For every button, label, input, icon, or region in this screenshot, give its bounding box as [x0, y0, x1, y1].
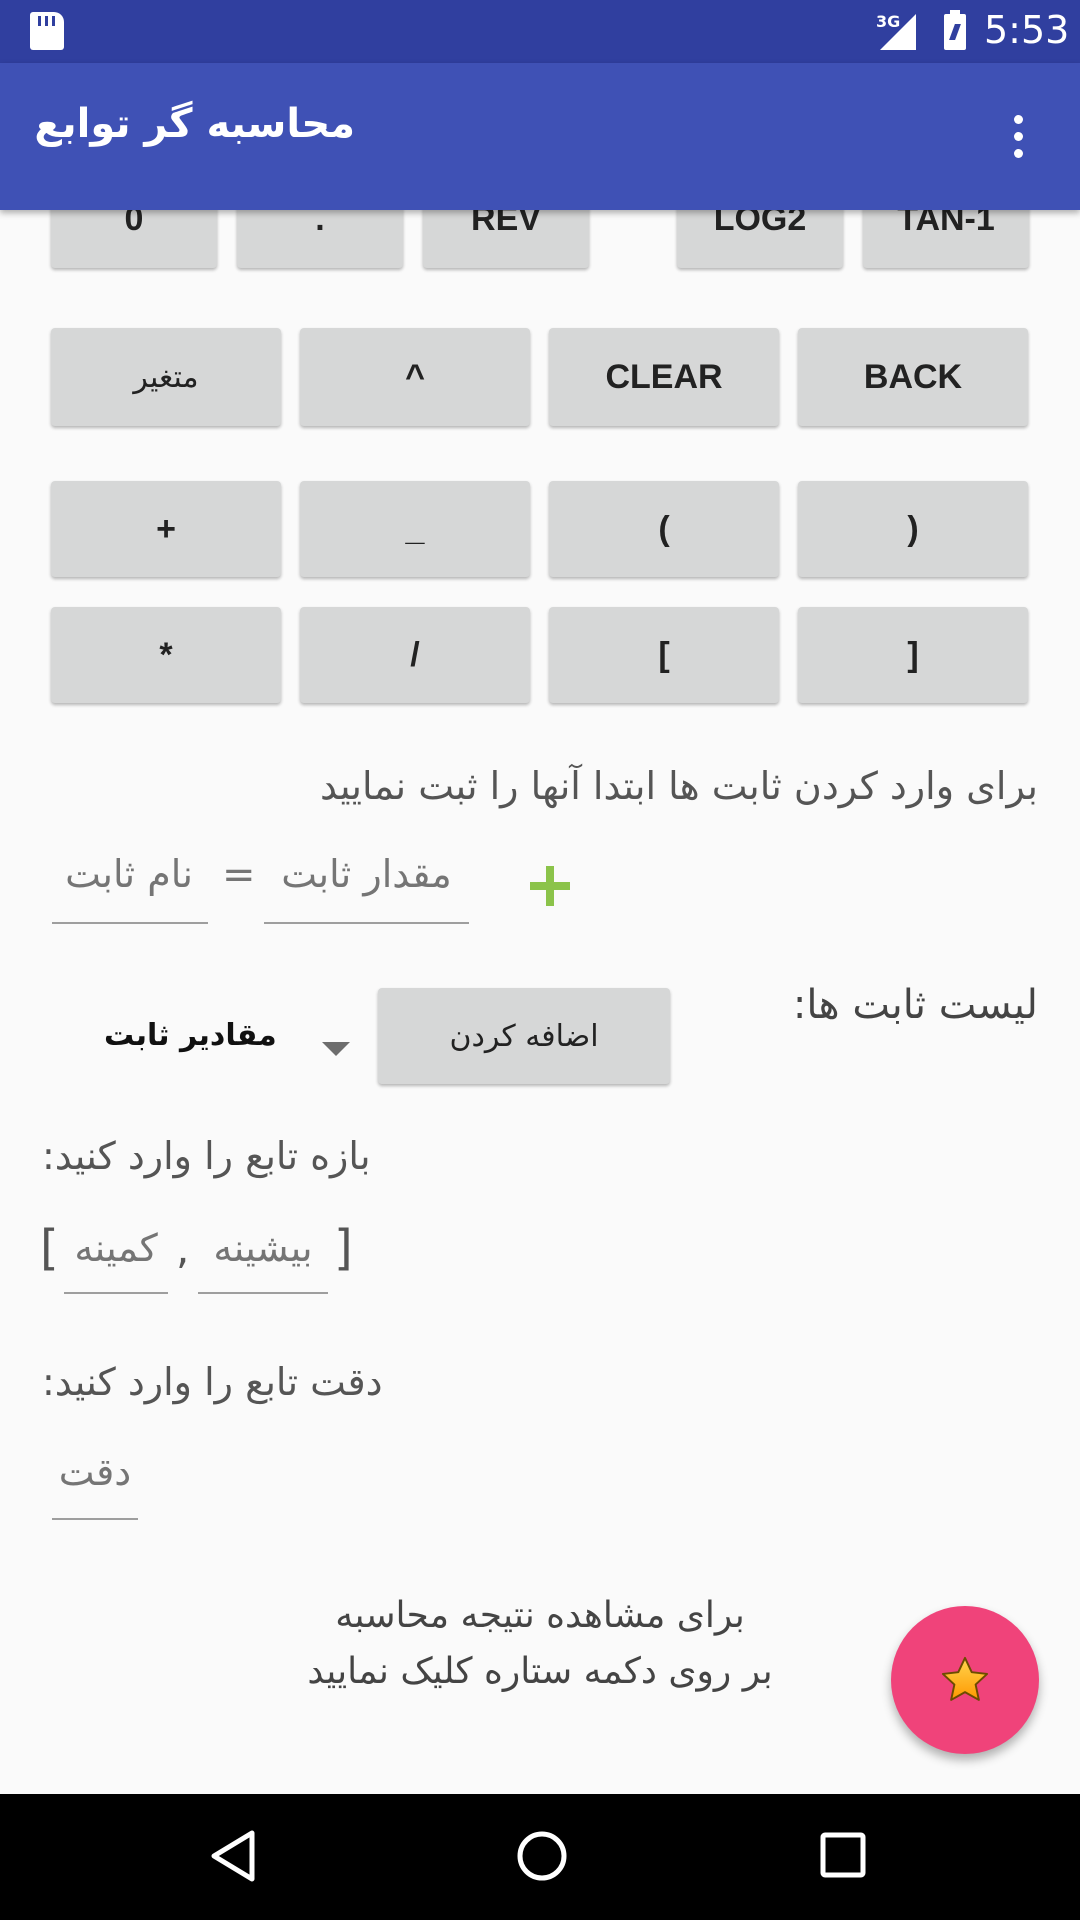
key-plus[interactable]: + [51, 481, 281, 577]
key-open-bracket[interactable]: [ [549, 607, 779, 703]
status-bar: 3G 5:53 [0, 0, 1080, 63]
constants-spinner[interactable]: مقادیر ثابت [104, 1018, 277, 1053]
key-close-paren[interactable]: ) [798, 481, 1028, 577]
precision-input[interactable]: دقت [52, 1450, 138, 1494]
precision-label: دقت تابع را وارد کنید: [42, 1360, 383, 1404]
key-minus[interactable]: _ [300, 481, 530, 577]
result-hint-line1: برای مشاهده نتیجه محاسبه [335, 1595, 745, 1636]
navigation-bar [0, 1794, 1080, 1920]
app-bar: محاسبه گر توابع [0, 63, 1080, 210]
key-multiply[interactable]: * [51, 607, 281, 703]
result-hint: برای مشاهده نتیجه محاسبه بر روی دکمه ستا… [240, 1588, 840, 1700]
status-time: 5:53 [984, 8, 1070, 52]
key-power[interactable]: ^ [300, 328, 530, 426]
result-hint-line2: بر روی دکمه ستاره کلیک نمایید [307, 1651, 773, 1692]
range-open-bracket: [ [40, 1220, 59, 1276]
add-constant-button[interactable]: اضافه کردن [378, 988, 670, 1084]
constants-instruction: برای وارد کردن ثابت ها ابتدا آنها را ثبت… [320, 764, 1038, 808]
home-nav-icon[interactable] [514, 1828, 570, 1884]
range-close-bracket: ] [334, 1220, 353, 1276]
key-back[interactable]: BACK [798, 328, 1028, 426]
key-close-bracket[interactable]: ] [798, 607, 1028, 703]
range-label: بازه تابع را وارد کنید: [42, 1134, 371, 1178]
star-icon [941, 1656, 989, 1701]
precision-underline [52, 1518, 138, 1520]
key-variable[interactable]: متغیر [51, 328, 281, 426]
battery-charging-icon [944, 10, 966, 50]
overflow-menu-icon[interactable] [1012, 115, 1024, 159]
sd-card-icon [30, 12, 64, 50]
equals-sign: = [222, 852, 256, 898]
signal-icon [880, 14, 916, 50]
range-comma: , [176, 1224, 190, 1273]
key-divide[interactable]: / [300, 607, 530, 703]
spinner-dropdown-icon[interactable] [322, 1042, 350, 1056]
constant-name-underline [52, 922, 208, 924]
constant-name-input[interactable]: نام ثابت [52, 852, 206, 896]
recents-nav-icon[interactable] [818, 1830, 868, 1880]
constant-value-input[interactable]: مقدار ثابت [264, 852, 469, 896]
constant-value-underline [264, 922, 469, 924]
constants-list-label: لیست ثابت ها: [792, 982, 1038, 1028]
key-open-paren[interactable]: ( [549, 481, 779, 577]
range-min-input[interactable]: کمینه [64, 1226, 168, 1270]
range-max-underline [198, 1292, 328, 1294]
add-constant-plus-icon[interactable] [530, 866, 570, 906]
key-clear[interactable]: CLEAR [549, 328, 779, 426]
range-min-underline [64, 1292, 168, 1294]
range-max-input[interactable]: بیشینه [198, 1226, 328, 1270]
back-nav-icon[interactable] [208, 1828, 258, 1884]
calculate-star-button[interactable] [891, 1606, 1039, 1754]
app-title: محاسبه گر توابع [34, 101, 355, 147]
